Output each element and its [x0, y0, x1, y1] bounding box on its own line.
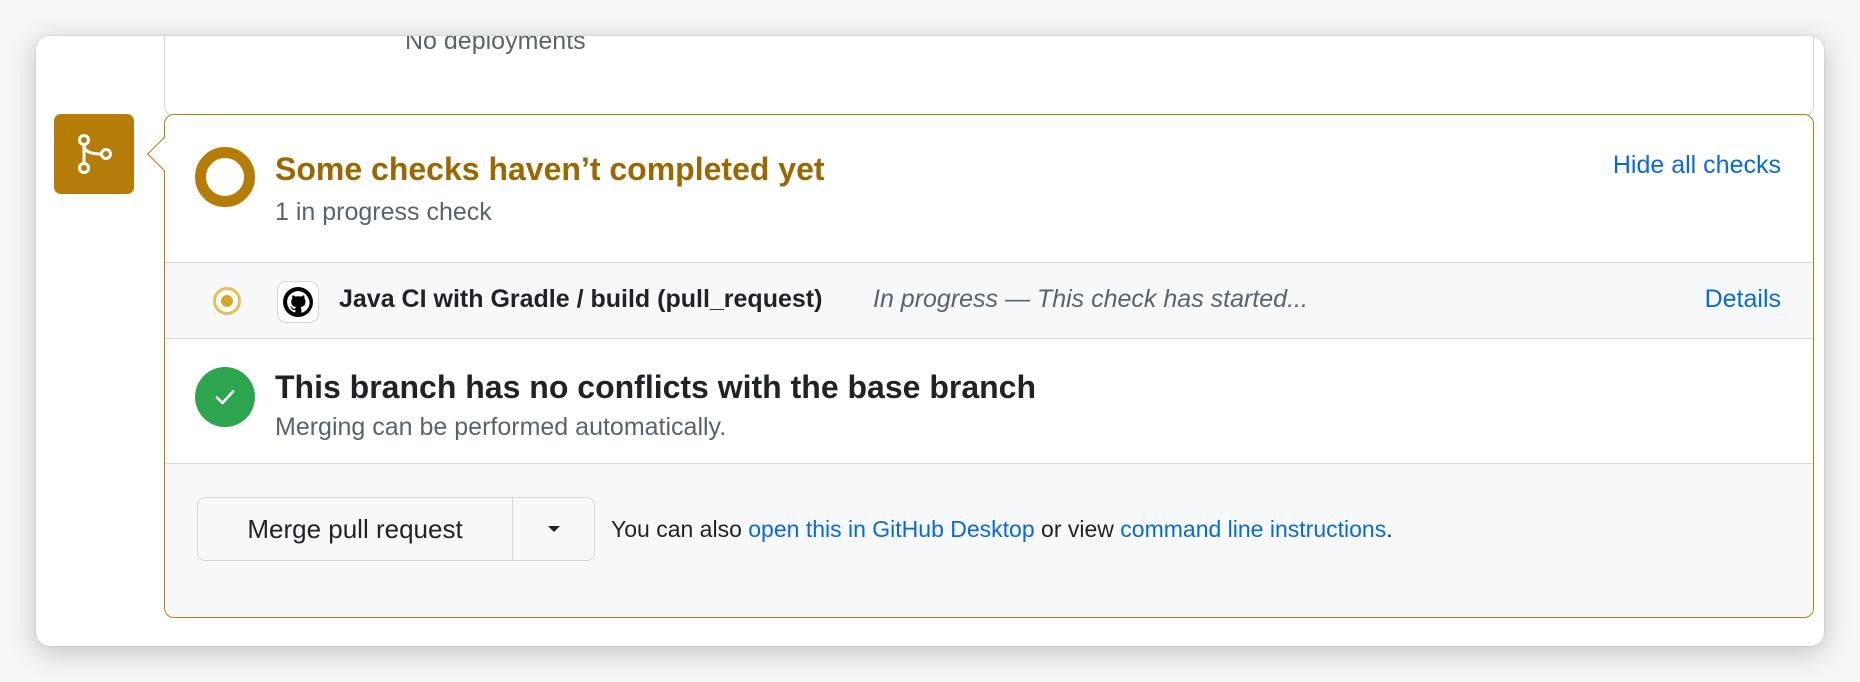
check-name: Java CI with Gradle / build (pull_reques… — [339, 285, 823, 313]
conflicts-title: This branch has no conflicts with the ba… — [275, 369, 1037, 405]
merge-options-dropdown[interactable] — [513, 498, 594, 560]
git-merge-icon — [54, 114, 134, 194]
conflicts-summary: This branch has no conflicts with the ba… — [165, 339, 1813, 464]
merge-actions: Merge pull request You can also open thi… — [165, 464, 1813, 617]
merge-hint-prefix: You can also — [611, 516, 749, 542]
merge-hint-suffix: . — [1386, 516, 1393, 542]
in-progress-dot-icon — [213, 287, 241, 315]
pr-merge-window: No deployments Some checks haven’t compl… — [36, 36, 1824, 646]
conflicts-subtitle: Merging can be performed automatically. — [275, 413, 727, 441]
checks-title: Some checks haven’t completed yet — [275, 151, 825, 187]
checks-summary: Some checks haven’t completed yet 1 in p… — [165, 115, 1813, 262]
deployments-status: No deployments — [405, 36, 586, 55]
merge-hint-middle: or view — [1034, 516, 1121, 542]
checks-subtitle: 1 in progress check — [275, 198, 492, 226]
github-icon — [277, 281, 319, 323]
merge-button-group: Merge pull request — [197, 497, 595, 561]
merge-status-panel: Some checks haven’t completed yet 1 in p… — [147, 114, 1814, 618]
pending-status-icon — [195, 147, 255, 207]
merge-pull-request-button[interactable]: Merge pull request — [198, 498, 513, 560]
check-status: In progress — This check has started... — [873, 285, 1308, 313]
open-in-desktop-link[interactable]: open this in GitHub Desktop — [748, 516, 1034, 542]
merge-hint: You can also open this in GitHub Desktop… — [611, 516, 1393, 543]
deployments-box: No deployments — [164, 36, 1814, 116]
check-success-icon — [195, 367, 255, 427]
caret-down-icon — [547, 526, 560, 532]
hide-all-checks-link[interactable]: Hide all checks — [1613, 151, 1781, 180]
check-row: Java CI with Gradle / build (pull_reques… — [165, 262, 1813, 339]
check-details-link[interactable]: Details — [1705, 285, 1781, 314]
command-line-instructions-link[interactable]: command line instructions — [1120, 516, 1386, 542]
